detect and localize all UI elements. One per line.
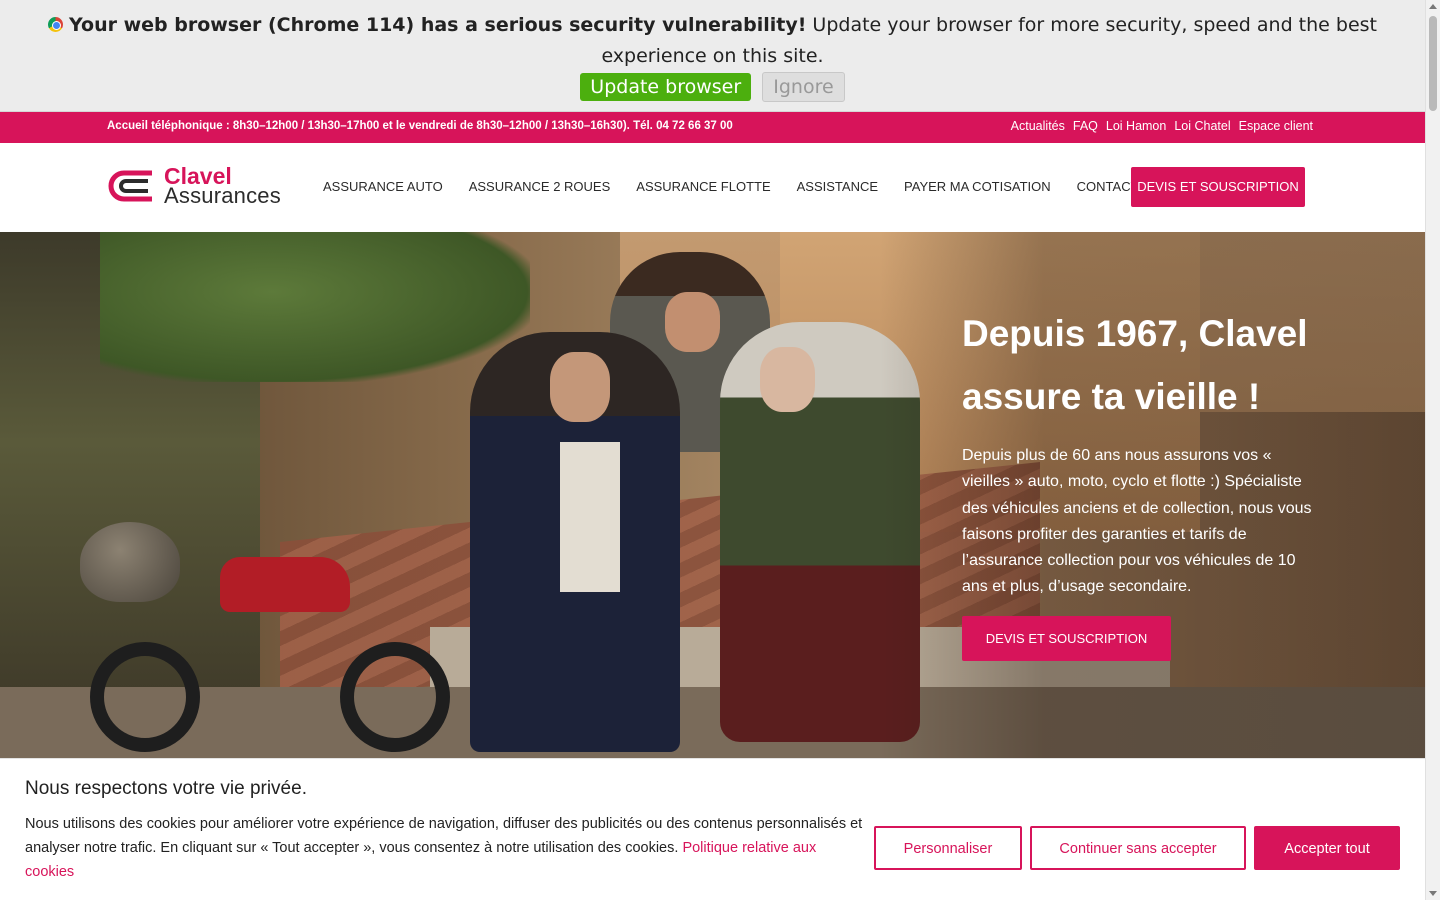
hero-title: Depuis 1967, Clavel assure ta vieille ! (962, 313, 1308, 417)
top-link-actualites[interactable]: Actualités (1011, 119, 1065, 133)
main-nav: ASSURANCE AUTO ASSURANCE 2 ROUES ASSURAN… (323, 179, 1165, 194)
scroll-down-arrow-icon[interactable] (1429, 891, 1437, 896)
hero-quote-button[interactable]: DEVIS ET SOUSCRIPTION (962, 615, 1171, 661)
logo[interactable]: Clavel Assurances (108, 165, 281, 208)
nav-assurance-flotte[interactable]: ASSURANCE FLOTTE (636, 179, 770, 194)
site-header: Clavel Assurances ASSURANCE AUTO ASSURAN… (0, 143, 1425, 232)
moto-wheel (340, 642, 450, 752)
update-browser-button[interactable]: Update browser (580, 73, 752, 101)
person-face (550, 352, 610, 422)
hero-person (470, 332, 680, 752)
update-warning-bold: Your web browser (Chrome 114) has a seri… (69, 14, 807, 36)
nav-contact[interactable]: CONTACT (1077, 179, 1139, 194)
nav-assistance[interactable]: ASSISTANCE (797, 179, 878, 194)
person-shirt (560, 442, 620, 592)
cookie-continue-without-accepting-button[interactable]: Continuer sans accepter (1030, 826, 1246, 870)
hero-content: Depuis 1967, Clavel assure ta vieille ! … (962, 302, 1312, 661)
phone-hours: Accueil téléphonique : 8h30–12h00 / 13h3… (107, 120, 733, 132)
cookie-title: Nous respectons votre vie privée. (25, 778, 307, 799)
update-warning: Your web browser (Chrome 114) has a seri… (0, 0, 1425, 72)
hero-motorcycle-image (70, 512, 450, 752)
nav-assurance-auto[interactable]: ASSURANCE AUTO (323, 179, 443, 194)
hero-section: Depuis 1967, Clavel assure ta vieille ! … (0, 232, 1425, 758)
cookie-text: Nous utilisons des cookies pour améliore… (25, 812, 865, 884)
cookie-accept-all-button[interactable]: Accepter tout (1254, 826, 1400, 870)
scroll-up-arrow-icon[interactable] (1429, 4, 1437, 9)
top-link-loi-hamon[interactable]: Loi Hamon (1106, 119, 1166, 133)
logo-line-2: Assurances (164, 183, 281, 208)
cookie-banner: Nous respectons votre vie privée. Nous u… (0, 758, 1425, 900)
browser-update-banner: Your web browser (Chrome 114) has a seri… (0, 0, 1425, 112)
top-info-strip: Accueil téléphonique : 8h30–12h00 / 13h3… (0, 112, 1425, 143)
hero-foliage (100, 232, 530, 382)
logo-mark-icon (108, 170, 152, 202)
nav-payer-cotisation[interactable]: PAYER MA COTISATION (904, 179, 1051, 194)
top-link-loi-chatel[interactable]: Loi Chatel (1174, 119, 1230, 133)
moto-helmet (80, 522, 180, 602)
vertical-scrollbar[interactable] (1425, 0, 1440, 900)
hero-description: Depuis plus de 60 ans nous assurons vos … (962, 447, 1312, 596)
person-face (665, 292, 720, 352)
moto-tank (220, 557, 350, 612)
cookie-personalize-button[interactable]: Personnaliser (874, 826, 1022, 870)
ignore-button[interactable]: Ignore (762, 72, 845, 102)
top-link-faq[interactable]: FAQ (1073, 119, 1098, 133)
top-link-espace-client[interactable]: Espace client (1239, 119, 1313, 133)
top-links: Actualités FAQ Loi Hamon Loi Chatel Espa… (1011, 119, 1313, 133)
person-face (760, 347, 815, 412)
nav-assurance-2-roues[interactable]: ASSURANCE 2 ROUES (469, 179, 611, 194)
header-quote-button[interactable]: DEVIS ET SOUSCRIPTION (1131, 167, 1305, 207)
chrome-icon (48, 17, 63, 32)
moto-wheel (90, 642, 200, 752)
scrollbar-thumb[interactable] (1429, 16, 1437, 111)
